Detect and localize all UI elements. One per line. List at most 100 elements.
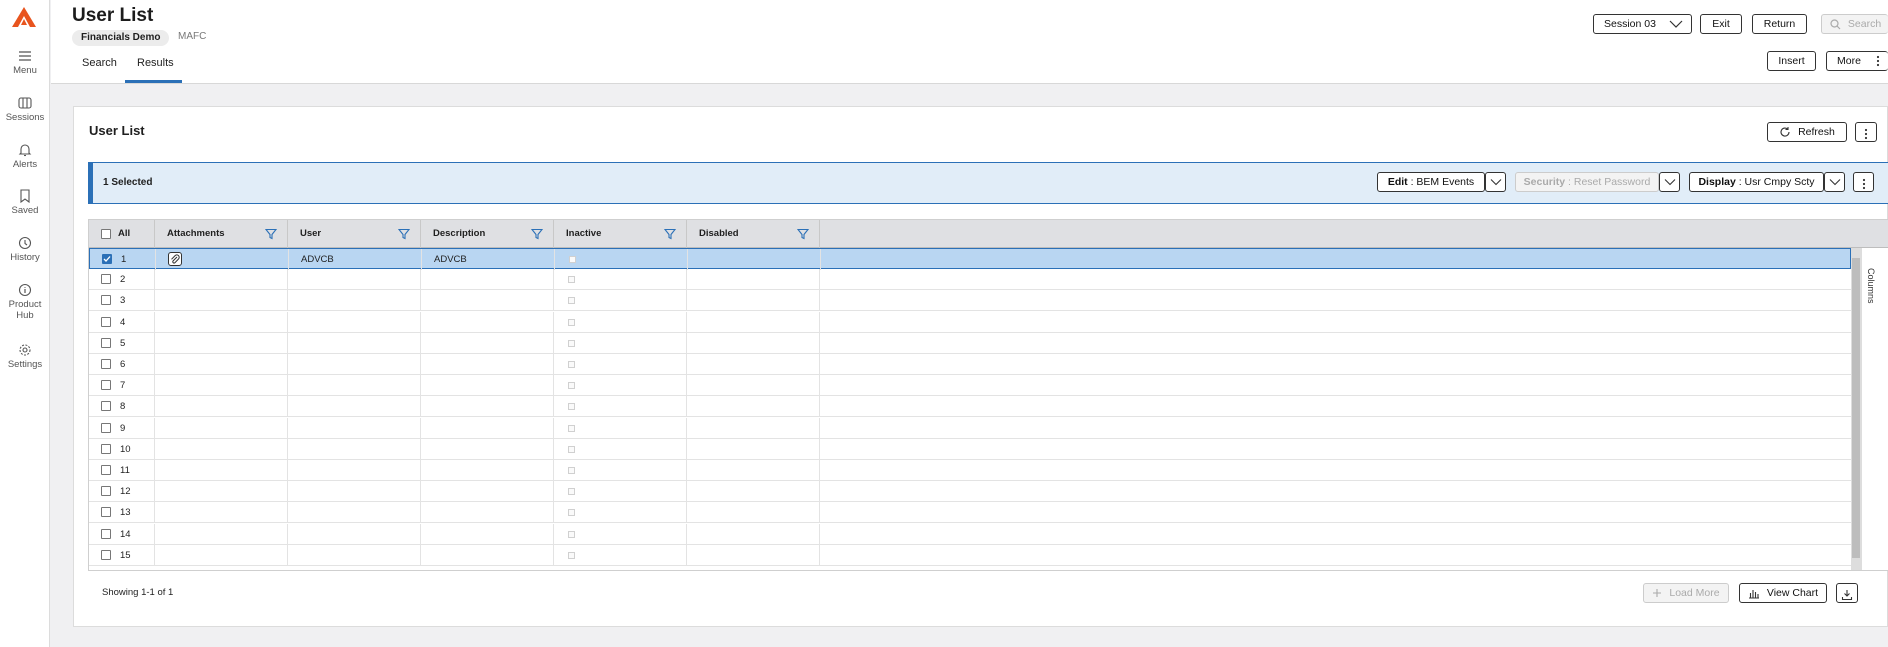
inactive-cell[interactable] <box>554 396 687 418</box>
user-cell[interactable] <box>288 417 421 439</box>
disabled-cell[interactable] <box>687 311 820 333</box>
description-cell[interactable] <box>421 269 554 291</box>
columns-panel-toggle[interactable]: Columns <box>1861 248 1888 570</box>
nav-item-product-hub[interactable]: Product Hub <box>0 283 50 321</box>
attachments-cell[interactable] <box>155 354 288 375</box>
insert-button[interactable]: Insert <box>1767 51 1816 71</box>
disabled-cell[interactable] <box>687 332 820 354</box>
disabled-cell[interactable] <box>687 417 820 439</box>
row-select-cell[interactable]: 13 <box>89 502 155 524</box>
description-cell[interactable] <box>421 311 554 333</box>
attachments-cell[interactable] <box>155 375 288 397</box>
description-cell[interactable] <box>421 502 554 524</box>
row-checkbox[interactable] <box>101 486 111 497</box>
row-checkbox[interactable] <box>101 359 111 369</box>
description-cell[interactable] <box>421 544 554 566</box>
filter-icon[interactable] <box>398 228 410 240</box>
nav-item-sessions[interactable]: Sessions <box>0 96 50 123</box>
row-checkbox[interactable] <box>101 295 111 306</box>
export-button[interactable] <box>1836 583 1858 603</box>
security-reset-password-button[interactable]: Security : Reset Password <box>1515 172 1659 192</box>
user-cell[interactable] <box>288 502 421 524</box>
column-header-description[interactable]: Description <box>421 220 554 248</box>
inactive-cell[interactable] <box>554 460 687 481</box>
table-row[interactable]: 14 <box>89 523 1851 545</box>
table-row[interactable]: 4 <box>89 311 1851 333</box>
disabled-cell[interactable] <box>687 290 820 312</box>
inactive-cell[interactable] <box>554 269 687 291</box>
more-button[interactable]: More <box>1826 51 1888 71</box>
disabled-cell[interactable] <box>687 375 820 397</box>
filter-icon[interactable] <box>265 228 277 240</box>
row-select-cell[interactable]: 8 <box>89 396 155 418</box>
column-header-user[interactable]: User <box>288 220 421 248</box>
disabled-cell[interactable] <box>687 481 820 503</box>
row-select-cell[interactable]: 7 <box>89 375 155 397</box>
row-checkbox[interactable] <box>101 316 111 327</box>
row-select-cell[interactable]: 9 <box>89 417 155 439</box>
disabled-cell[interactable] <box>687 269 820 291</box>
attachments-cell[interactable] <box>155 417 288 439</box>
row-select-cell[interactable]: 11 <box>89 460 155 481</box>
load-more-button[interactable]: Load More <box>1643 583 1729 603</box>
row-select-cell[interactable]: 10 <box>89 438 155 460</box>
attachments-cell[interactable] <box>155 438 288 460</box>
user-cell[interactable] <box>288 332 421 354</box>
column-header-attachments[interactable]: Attachments <box>155 220 288 248</box>
user-cell[interactable] <box>288 269 421 291</box>
paperclip-icon[interactable] <box>168 252 182 266</box>
attachments-cell[interactable] <box>155 396 288 418</box>
row-checkbox[interactable] <box>101 549 111 560</box>
edit-bem-events-button[interactable]: Edit : BEM Events <box>1377 172 1485 192</box>
description-cell[interactable] <box>421 354 554 375</box>
row-select-cell[interactable]: 2 <box>89 269 155 291</box>
attachments-cell[interactable] <box>155 332 288 354</box>
column-header-inactive[interactable]: Inactive <box>554 220 687 248</box>
inactive-cell[interactable] <box>554 502 687 524</box>
user-cell[interactable] <box>288 481 421 503</box>
inactive-cell[interactable] <box>554 417 687 439</box>
row-select-cell[interactable]: 3 <box>89 290 155 312</box>
column-header-all[interactable]: All <box>89 220 155 248</box>
attachments-cell[interactable] <box>155 481 288 503</box>
select-all-checkbox[interactable] <box>101 229 111 239</box>
inactive-cell[interactable] <box>554 544 687 566</box>
tab-search[interactable]: Search <box>82 57 117 69</box>
row-select-cell[interactable]: 4 <box>89 311 155 333</box>
row-select-cell[interactable]: 1 <box>90 249 156 270</box>
filter-icon[interactable] <box>797 228 809 240</box>
row-checkbox[interactable] <box>101 422 111 433</box>
user-cell[interactable] <box>288 460 421 481</box>
nav-item-settings[interactable]: Settings <box>0 343 50 370</box>
attachments-cell[interactable] <box>155 523 288 545</box>
inactive-cell[interactable] <box>554 438 687 460</box>
tab-results[interactable]: Results <box>137 57 174 69</box>
disabled-cell[interactable] <box>687 354 820 375</box>
row-checkbox[interactable] <box>102 254 112 264</box>
nav-item-alerts[interactable]: Alerts <box>0 143 50 170</box>
description-cell[interactable] <box>421 460 554 481</box>
description-cell[interactable] <box>421 523 554 545</box>
table-row[interactable]: 13 <box>89 502 1851 524</box>
user-cell[interactable] <box>288 523 421 545</box>
inactive-cell[interactable] <box>554 523 687 545</box>
disabled-cell[interactable] <box>688 249 821 270</box>
user-cell[interactable] <box>288 354 421 375</box>
attachments-cell[interactable] <box>155 502 288 524</box>
row-select-cell[interactable]: 14 <box>89 523 155 545</box>
table-row[interactable]: 15 <box>89 544 1851 566</box>
inactive-cell[interactable] <box>554 332 687 354</box>
table-row[interactable]: 7 <box>89 375 1851 397</box>
attachments-cell[interactable] <box>155 290 288 312</box>
row-checkbox[interactable] <box>101 465 111 475</box>
user-cell[interactable] <box>288 544 421 566</box>
description-cell[interactable] <box>421 417 554 439</box>
refresh-button[interactable]: Refresh <box>1767 122 1847 142</box>
inactive-cell[interactable] <box>554 354 687 375</box>
scrollbar-thumb[interactable] <box>1852 258 1860 558</box>
view-chart-button[interactable]: View Chart <box>1739 583 1827 603</box>
user-cell[interactable] <box>288 438 421 460</box>
nav-item-saved[interactable]: Saved <box>0 189 50 216</box>
filter-icon[interactable] <box>531 228 543 240</box>
return-button[interactable]: Return <box>1752 14 1807 34</box>
